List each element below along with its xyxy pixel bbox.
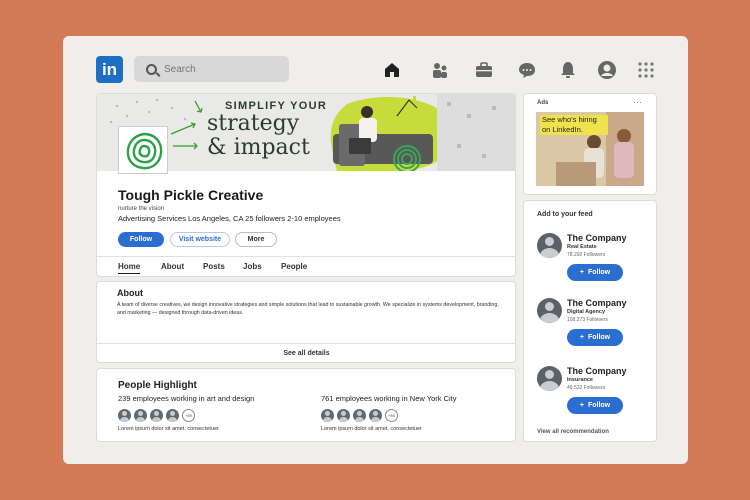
search-bar[interactable]: [134, 56, 289, 82]
more-button[interactable]: More: [235, 232, 277, 247]
people-summary-left: 239 employees working in art and design: [118, 394, 255, 403]
messaging-icon[interactable]: [517, 60, 537, 80]
follow-button[interactable]: Follow: [118, 232, 164, 247]
profile-icon[interactable]: [597, 60, 617, 80]
feed-item: The Company Real Estate 78.292 Followers…: [537, 233, 647, 288]
plus-icon: +: [579, 334, 584, 341]
ad-image[interactable]: See who's hiring on LinkedIn.: [536, 112, 644, 186]
company-profile-card: SIMPLIFY YOUR strategy & impact Tough Pi…: [96, 93, 516, 277]
feed-title: Add to your feed: [537, 211, 593, 218]
follow-button[interactable]: + Follow: [567, 264, 623, 281]
company-tagline: nurture the vision: [118, 206, 165, 212]
more-avatars-badge: +89: [385, 409, 398, 422]
company-tabs: Home About Posts Jobs People: [97, 256, 516, 277]
search-input[interactable]: [164, 63, 264, 75]
company-meta: Advertising Services Los Angeles, CA 25 …: [118, 214, 341, 223]
feed-company-name[interactable]: The Company: [567, 233, 627, 243]
about-card: About A team of diverse creatives, we de…: [96, 281, 516, 363]
people-icon[interactable]: [430, 60, 450, 80]
more-options-icon[interactable]: ···: [633, 97, 642, 107]
company-name: Tough Pickle Creative: [118, 187, 264, 203]
people-note-right: Lorem ipsum dolor sit amet, consectetuer: [321, 426, 422, 432]
about-text: A team of diverse creatives, we design i…: [117, 302, 499, 316]
people-summary-right: 761 employees working in New York City: [321, 394, 457, 403]
avatar-group-right[interactable]: +89: [321, 409, 398, 422]
more-avatars-badge: +89: [182, 409, 195, 422]
feed-company-name[interactable]: The Company: [567, 366, 627, 376]
avatar[interactable]: [537, 366, 562, 391]
tab-home[interactable]: Home: [118, 262, 141, 274]
avatar-group-left[interactable]: +89: [118, 409, 195, 422]
about-title: About: [117, 288, 143, 298]
people-note-left: Lorem ipsum dolor sit amet, consectetuer: [118, 426, 219, 432]
feed-follower-count: 108.273 Followers: [567, 317, 608, 323]
linkedin-logo[interactable]: in: [96, 56, 123, 83]
avatar: [150, 409, 163, 422]
feed-recommendations-card: Add to your feed The Company Real Estate…: [523, 200, 657, 442]
feed-company-category: Insurance: [567, 377, 593, 383]
plus-icon: +: [579, 402, 584, 409]
feed-follower-count: 78.292 Followers: [567, 252, 606, 258]
avatar: [337, 409, 350, 422]
avatar: [166, 409, 179, 422]
ad-headline: See who's hiring on LinkedIn.: [540, 115, 608, 135]
feed-item: The Company Insurance 49.532 Followers +…: [537, 366, 647, 421]
visit-website-button[interactable]: Visit website: [170, 232, 230, 247]
tab-people[interactable]: People: [281, 262, 307, 271]
feed-company-name[interactable]: The Company: [567, 298, 627, 308]
apps-grid-icon[interactable]: [636, 60, 656, 80]
banner-headline: strategy & impact: [207, 111, 310, 160]
ads-label: Ads: [537, 100, 549, 106]
bell-icon[interactable]: [558, 60, 578, 80]
people-highlight-title: People Highlight: [118, 380, 197, 391]
plus-icon: +: [579, 269, 584, 276]
follow-button[interactable]: + Follow: [567, 397, 623, 414]
tab-jobs[interactable]: Jobs: [243, 262, 262, 271]
tab-about[interactable]: About: [161, 262, 184, 271]
tab-posts[interactable]: Posts: [203, 262, 225, 271]
home-icon[interactable]: [382, 60, 402, 80]
briefcase-icon[interactable]: [474, 60, 494, 80]
avatar: [134, 409, 147, 422]
follow-button[interactable]: + Follow: [567, 329, 623, 346]
see-all-details-link[interactable]: See all details: [97, 343, 516, 362]
feed-item: The Company Digital Agency 108.273 Follo…: [537, 298, 647, 353]
avatar[interactable]: [537, 233, 562, 258]
avatar: [353, 409, 366, 422]
avatar: [321, 409, 334, 422]
company-logo[interactable]: [118, 126, 168, 174]
feed-follower-count: 49.532 Followers: [567, 385, 606, 391]
view-all-recommendations-link[interactable]: View all recommendation: [537, 429, 609, 435]
ads-card: Ads ··· See who's hiring on LinkedIn.: [523, 93, 657, 195]
feed-company-category: Real Estate: [567, 244, 597, 250]
avatar[interactable]: [537, 298, 562, 323]
avatar: [118, 409, 131, 422]
feed-company-category: Digital Agency: [567, 309, 605, 315]
people-highlight-card: People Highlight 239 employees working i…: [96, 368, 516, 442]
search-icon: [146, 63, 157, 75]
avatar: [369, 409, 382, 422]
